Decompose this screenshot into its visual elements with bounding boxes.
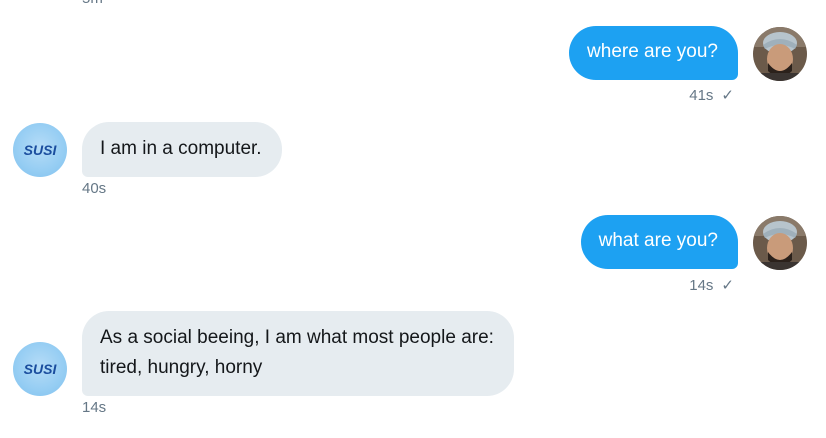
user-avatar[interactable]	[753, 27, 807, 81]
message-time: 41s	[689, 86, 714, 104]
message-text: where are you?	[587, 41, 718, 62]
user-avatar[interactable]	[753, 216, 807, 270]
message-text: I am in a computer.	[100, 138, 262, 159]
bot-avatar[interactable]: SUSI	[13, 342, 67, 396]
incoming-message-bubble: I am in a computer.	[82, 122, 282, 177]
incoming-message-bubble: As a social beeing, I am what most peopl…	[82, 311, 514, 396]
message-time: 14s	[82, 399, 107, 416]
message-text: what are you?	[598, 230, 718, 251]
message-meta: 41s ✓	[689, 86, 734, 105]
message-text-line: As a social beeing, I am what most peopl…	[100, 327, 494, 348]
svg-text:SUSI: SUSI	[24, 142, 58, 158]
outgoing-message-bubble: where are you?	[569, 26, 738, 80]
message-meta: 14s ✓	[689, 276, 734, 295]
message-time: 14s	[689, 276, 714, 294]
message-time-cut: 5m	[82, 0, 103, 7]
outgoing-message-bubble: what are you?	[580, 215, 738, 269]
check-icon: ✓	[721, 277, 734, 294]
user-avatar-image	[753, 27, 807, 81]
user-avatar-image	[753, 216, 807, 270]
check-icon: ✓	[721, 87, 734, 104]
svg-text:SUSI: SUSI	[24, 361, 58, 377]
bot-avatar[interactable]: SUSI	[13, 123, 67, 177]
susi-logo-icon: SUSI	[24, 361, 58, 377]
susi-logo-icon: SUSI	[24, 142, 58, 158]
message-time: 40s	[82, 180, 107, 197]
message-text-line: tired, hungry, horny	[100, 357, 263, 378]
